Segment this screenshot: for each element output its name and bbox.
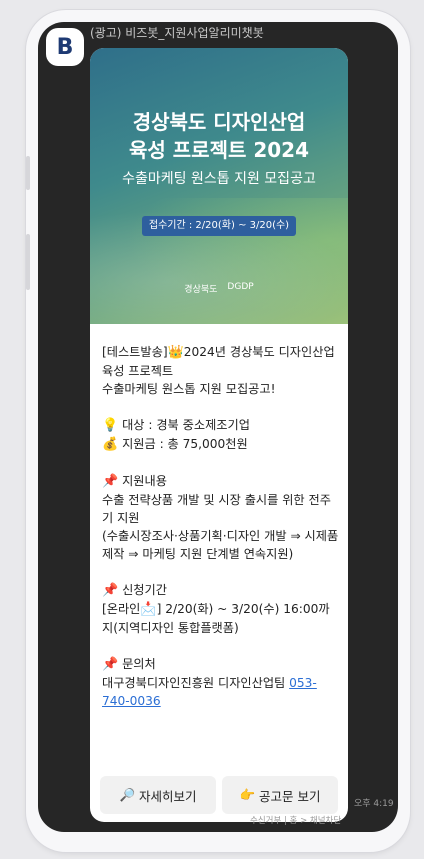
gyeongbuk-logo: 경상북도 [184, 285, 218, 295]
pushpin-icon: 📌 [102, 657, 119, 672]
fund-line: 💰 지원금 : 총 75,000천원 [102, 437, 248, 452]
contact-line: 대구경북디자인진흥원 디자인산업팀 053-740-0036 [102, 676, 317, 708]
money-bag-icon: 💰 [102, 437, 119, 452]
unsubscribe-footer[interactable]: 수신거부 | 홈 > 채널차단 [250, 814, 341, 826]
support-desc: 수출 전략상품 개발 및 시장 출시를 위한 전주기 지원 [102, 493, 331, 525]
support-detail: (수출시장조사·상품기획·디자인 개발 ⇒ 시제품 제작 ⇒ 마케팅 지원 단계… [102, 529, 339, 561]
notice-button[interactable]: 👉 공고문 보기 [222, 776, 338, 814]
magnifier-icon: 🔎 [119, 787, 136, 802]
pushpin-icon: 📌 [102, 474, 119, 489]
lightbulb-icon: 💡 [102, 418, 119, 433]
promo-banner-image[interactable]: 경상북도 디자인산업 육성 프로젝트 2024 수출마케팅 원스톱 지원 모집공… [90, 48, 348, 324]
target-line: 💡 대상 : 경북 중소제조기업 [102, 418, 250, 433]
message-intro: [테스트발송]👑2024년 경상북도 디자인산업 육성 프로젝트 [102, 345, 335, 378]
avatar-letter: B [56, 34, 74, 60]
banner-period: 접수기간 : 2/20(화) ~ 3/20(수) [142, 216, 296, 236]
chat-screen: B (광고) 비즈봇_지원사업알리미챗봇 경상북도 디자인산업 육성 프로젝트 … [38, 22, 398, 832]
envelope-icon: 📩 [140, 602, 157, 617]
sender-name: (광고) 비즈봇_지원사업알리미챗봇 [90, 26, 264, 40]
banner-logos: 경상북도 DGDP [90, 282, 348, 295]
pushpin-icon: 📌 [102, 583, 119, 598]
volume-up-button [26, 156, 30, 190]
channel-avatar[interactable]: B [46, 28, 84, 66]
crown-icon: 👑 [167, 345, 184, 360]
message-time: 오후 4:19 [354, 799, 394, 809]
dgdp-logo: DGDP [227, 282, 254, 292]
volume-down-button [26, 234, 30, 290]
message-bubble: 경상북도 디자인산업 육성 프로젝트 2024 수출마케팅 원스톱 지원 모집공… [90, 48, 348, 822]
message-text: [테스트발송]👑2024년 경상북도 디자인산업 육성 프로젝트 수출마케팅 원… [102, 343, 340, 710]
banner-subtitle: 수출마케팅 원스톱 지원 모집공고 [122, 171, 316, 187]
period-desc: [온라인📩] 2/20(화) ~ 3/20(수) 16:00까지(지역디자인 통… [102, 602, 330, 635]
period-heading: 📌 신청기간 [102, 583, 167, 598]
support-heading: 📌 지원내용 [102, 474, 167, 489]
detail-button[interactable]: 🔎 자세히보기 [100, 776, 216, 814]
pointing-hand-icon: 👉 [239, 787, 256, 802]
banner-title: 경상북도 디자인산업 육성 프로젝트 2024 [129, 110, 309, 162]
message-intro-2: 수출마케팅 원스톱 지원 모집공고! [102, 382, 276, 396]
contact-heading: 📌 문의처 [102, 657, 156, 672]
